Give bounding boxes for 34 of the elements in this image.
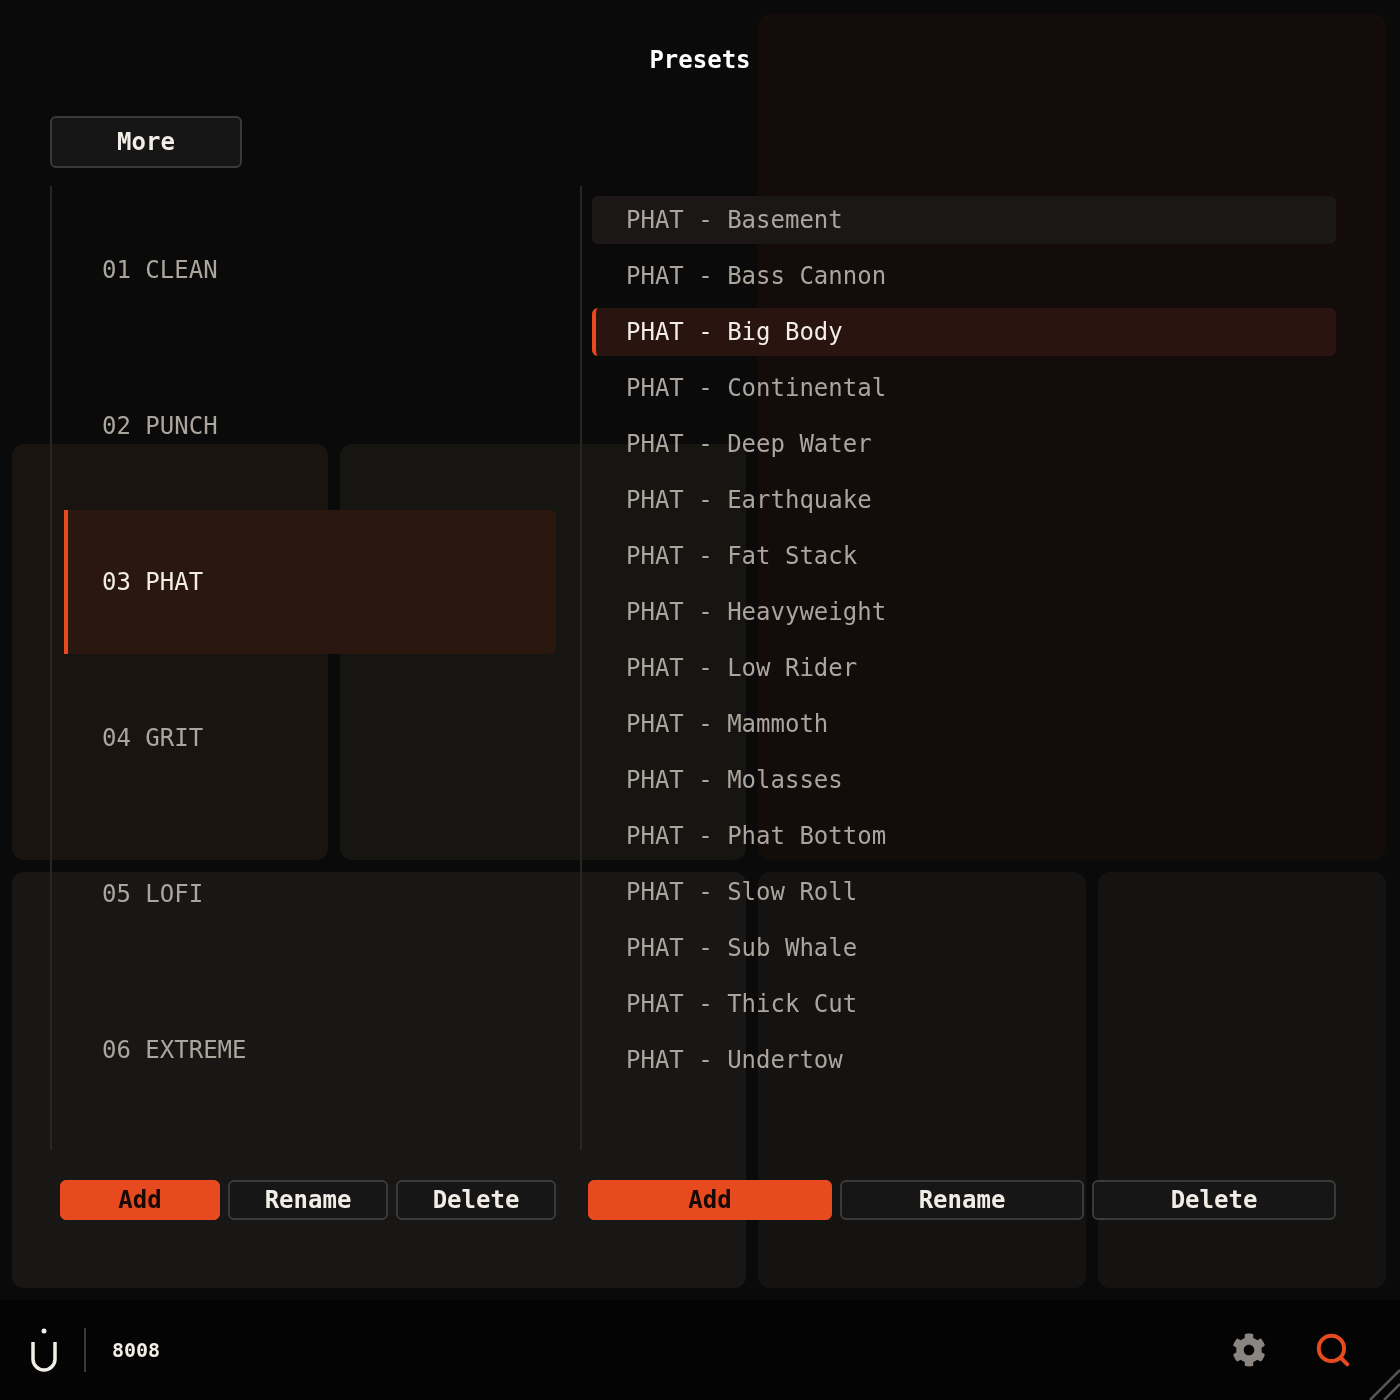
action-button[interactable]: Add xyxy=(588,1180,832,1220)
bank-item[interactable]: 03 PHAT xyxy=(64,510,556,654)
preset-item[interactable]: PHAT - Bass Cannon xyxy=(592,252,1336,300)
bank-item[interactable]: 02 PUNCH xyxy=(64,354,556,498)
preset-item[interactable]: PHAT - Fat Stack xyxy=(592,532,1336,580)
action-button[interactable]: Rename xyxy=(228,1180,388,1220)
search-icon[interactable] xyxy=(1314,1331,1352,1369)
preset-item[interactable]: PHAT - Continental xyxy=(592,364,1336,412)
bank-item[interactable]: 01 CLEAN xyxy=(64,198,556,342)
bank-item[interactable]: 06 EXTREME xyxy=(64,978,556,1122)
action-button[interactable]: Add xyxy=(60,1180,220,1220)
action-button[interactable]: Delete xyxy=(396,1180,556,1220)
action-button[interactable]: Delete xyxy=(1092,1180,1336,1220)
preset-item[interactable]: PHAT - Sub Whale xyxy=(592,924,1336,972)
bank-item[interactable]: 04 GRIT xyxy=(64,666,556,810)
preset-item[interactable]: PHAT - Deep Water xyxy=(592,420,1336,468)
preset-item[interactable]: PHAT - Slow Roll xyxy=(592,868,1336,916)
preset-item[interactable]: PHAT - Molasses xyxy=(592,756,1336,804)
preset-item[interactable]: PHAT - Basement xyxy=(592,196,1336,244)
action-button[interactable]: Rename xyxy=(840,1180,1084,1220)
preset-item[interactable]: PHAT - Thick Cut xyxy=(592,980,1336,1028)
bank-item[interactable]: 05 LOFI xyxy=(64,822,556,966)
dialog-title: Presets xyxy=(649,46,751,74)
settings-icon[interactable] xyxy=(1232,1333,1266,1367)
logo-icon xyxy=(30,1328,58,1372)
product-name: 8008 xyxy=(112,1337,161,1364)
preset-item[interactable]: PHAT - Phat Bottom xyxy=(592,812,1336,860)
preset-item[interactable]: PHAT - Earthquake xyxy=(592,476,1336,524)
preset-item[interactable]: PHAT - Undertow xyxy=(592,1036,1336,1084)
preset-item[interactable]: PHAT - Low Rider xyxy=(592,644,1336,692)
more-button[interactable]: More xyxy=(50,116,242,168)
preset-item[interactable]: PHAT - Heavyweight xyxy=(592,588,1336,636)
preset-item[interactable]: PHAT - Big Body xyxy=(592,308,1336,356)
preset-item[interactable]: PHAT - Mammoth xyxy=(592,700,1336,748)
